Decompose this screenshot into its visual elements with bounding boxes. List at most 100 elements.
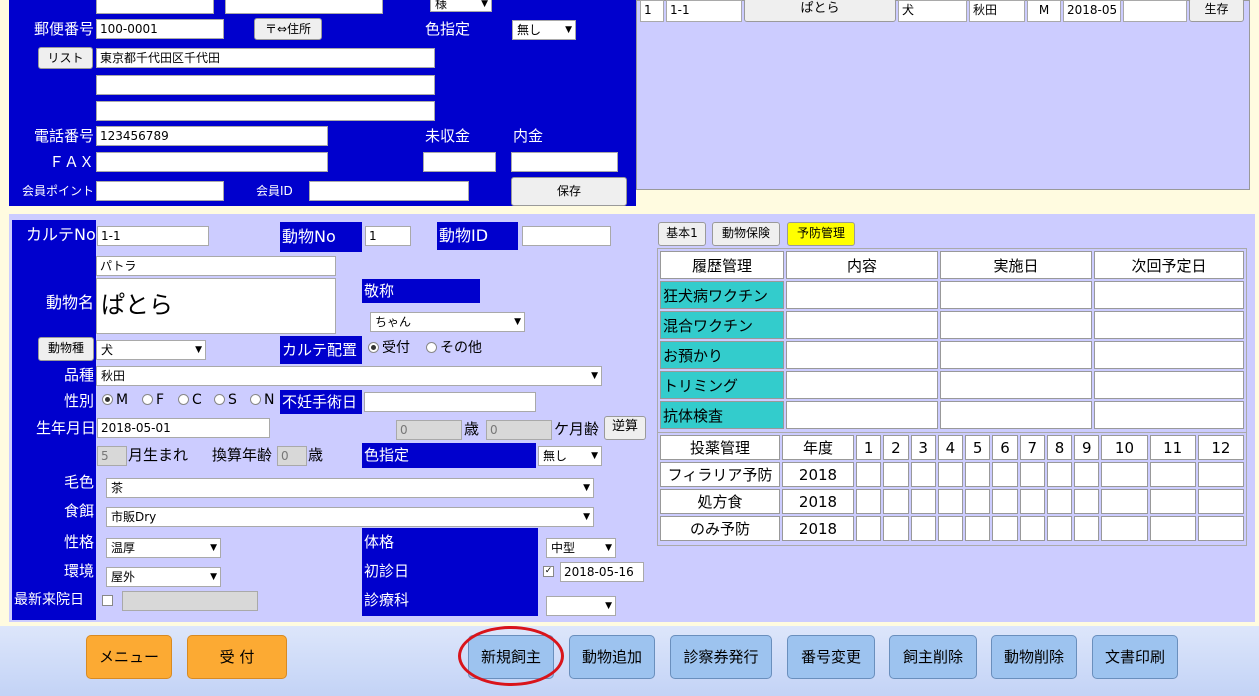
history-cell[interactable] bbox=[940, 401, 1092, 429]
dosing-cell[interactable] bbox=[992, 489, 1018, 514]
coat-select[interactable]: 茶 bbox=[106, 478, 594, 498]
dosing-cell[interactable] bbox=[965, 462, 991, 487]
sex-s-radio[interactable]: S bbox=[214, 390, 237, 410]
dosing-cell[interactable] bbox=[1046, 489, 1073, 514]
history-cell[interactable] bbox=[940, 281, 1092, 309]
history-cell[interactable] bbox=[786, 341, 938, 369]
species-button[interactable]: 動物種 bbox=[38, 337, 94, 361]
address3-input[interactable] bbox=[96, 101, 435, 121]
history-cell[interactable] bbox=[1094, 311, 1244, 339]
honorific-select[interactable]: ちゃん bbox=[370, 312, 525, 332]
list-button[interactable]: リスト bbox=[38, 47, 93, 69]
dosing-cell[interactable] bbox=[883, 489, 909, 514]
reception-button[interactable]: 受 付 bbox=[187, 635, 287, 679]
sterilization-input[interactable] bbox=[364, 392, 536, 412]
dosing-cell[interactable] bbox=[883, 462, 909, 487]
save-button[interactable]: 保存 bbox=[511, 177, 627, 206]
dosing-cell[interactable] bbox=[992, 462, 1018, 487]
issue-card-button[interactable]: 診察券発行 bbox=[670, 635, 772, 679]
dosing-cell[interactable] bbox=[937, 516, 964, 541]
dosing-cell[interactable] bbox=[1019, 516, 1045, 541]
list-sex-cell[interactable]: M bbox=[1027, 0, 1061, 22]
deposit-input[interactable] bbox=[511, 152, 618, 172]
dosing-cell[interactable] bbox=[1074, 489, 1100, 514]
history-cell[interactable] bbox=[940, 341, 1092, 369]
dosing-cell[interactable] bbox=[1019, 489, 1045, 514]
sex-m-radio[interactable]: M bbox=[102, 390, 128, 410]
change-number-button[interactable]: 番号変更 bbox=[787, 635, 875, 679]
sex-f-radio[interactable]: F bbox=[142, 390, 164, 410]
list-birth-cell[interactable]: 2018-05 bbox=[1063, 0, 1121, 22]
dosing-cell[interactable] bbox=[1197, 489, 1244, 514]
add-animal-button[interactable]: 動物追加 bbox=[569, 635, 655, 679]
dosing-cell[interactable] bbox=[1101, 489, 1148, 514]
place-reception-radio[interactable]: 受付 bbox=[368, 338, 410, 358]
dosing-cell[interactable] bbox=[910, 489, 936, 514]
owner-name2-input[interactable] bbox=[225, 0, 383, 14]
tab-basic[interactable]: 基本1 bbox=[658, 222, 706, 246]
last-visit-input[interactable] bbox=[122, 591, 258, 611]
history-cell[interactable] bbox=[940, 311, 1092, 339]
dosing-cell[interactable] bbox=[1101, 516, 1148, 541]
species-select[interactable]: 犬 bbox=[96, 340, 206, 360]
dosing-cell[interactable] bbox=[937, 489, 964, 514]
dosing-cell[interactable] bbox=[856, 516, 882, 541]
age-years-input[interactable]: 0 bbox=[396, 420, 462, 440]
address1-input[interactable]: 東京都千代田区千代田 bbox=[96, 48, 435, 68]
list-no-cell[interactable]: 1 bbox=[640, 0, 664, 22]
born-month-input[interactable]: 5 bbox=[97, 446, 127, 466]
last-visit-checkbox[interactable] bbox=[102, 595, 113, 606]
dosing-cell[interactable] bbox=[856, 462, 882, 487]
env-select[interactable]: 屋外 bbox=[106, 567, 221, 587]
animal-name-input[interactable]: ぱとら bbox=[96, 278, 336, 334]
print-docs-button[interactable]: 文書印刷 bbox=[1092, 635, 1178, 679]
dosing-cell[interactable] bbox=[910, 462, 936, 487]
place-other-radio[interactable]: その他 bbox=[426, 338, 482, 358]
history-cell[interactable] bbox=[1094, 281, 1244, 309]
dosing-cell[interactable] bbox=[910, 516, 936, 541]
reverse-calc-button[interactable]: 逆算 bbox=[604, 416, 646, 440]
dosing-cell[interactable] bbox=[883, 516, 909, 541]
dosing-cell[interactable] bbox=[1046, 516, 1073, 541]
list-karte-cell[interactable]: 1-1 bbox=[666, 0, 742, 22]
size-select[interactable]: 中型 bbox=[546, 538, 616, 558]
animal-id-input[interactable] bbox=[522, 226, 611, 246]
sex-n-radio[interactable]: N bbox=[250, 390, 274, 410]
history-cell[interactable] bbox=[1094, 401, 1244, 429]
menu-button[interactable]: メニュー bbox=[86, 635, 172, 679]
history-cell[interactable] bbox=[1094, 341, 1244, 369]
phone-input[interactable]: 123456789 bbox=[96, 126, 328, 146]
breed-select[interactable]: 秋田 bbox=[96, 366, 602, 386]
animal-kana-input[interactable]: パトラ bbox=[96, 256, 336, 276]
history-cell[interactable] bbox=[786, 281, 938, 309]
list-breed-cell[interactable]: 秋田 bbox=[969, 0, 1025, 22]
converted-age-input[interactable]: 0 bbox=[277, 446, 307, 466]
list-empty-cell[interactable] bbox=[1123, 0, 1187, 22]
animal-color-select[interactable]: 無し bbox=[538, 446, 602, 466]
dosing-cell[interactable] bbox=[1074, 516, 1100, 541]
fax-input[interactable] bbox=[96, 152, 328, 172]
history-cell[interactable] bbox=[940, 371, 1092, 399]
sex-c-radio[interactable]: C bbox=[178, 390, 202, 410]
dosing-cell[interactable] bbox=[1101, 462, 1148, 487]
member-id-input[interactable] bbox=[309, 181, 469, 201]
temper-select[interactable]: 温厚 bbox=[106, 538, 221, 558]
history-cell[interactable] bbox=[786, 311, 938, 339]
points-input[interactable] bbox=[96, 181, 224, 201]
dosing-cell[interactable] bbox=[965, 516, 991, 541]
dosing-cell[interactable] bbox=[992, 516, 1018, 541]
list-status-button[interactable]: 生存 bbox=[1189, 0, 1244, 22]
history-cell[interactable] bbox=[786, 401, 938, 429]
list-species-cell[interactable]: 犬 bbox=[898, 0, 967, 22]
animal-no-input[interactable]: 1 bbox=[365, 226, 411, 246]
dosing-cell[interactable] bbox=[1149, 489, 1196, 514]
dosing-cell[interactable] bbox=[937, 462, 964, 487]
dosing-cell[interactable] bbox=[1197, 462, 1244, 487]
first-visit-checkbox[interactable]: ✓ bbox=[543, 566, 554, 577]
honorific-owner-select[interactable]: 様 bbox=[430, 0, 492, 12]
dosing-cell[interactable] bbox=[1149, 516, 1196, 541]
owner-name-input[interactable] bbox=[96, 0, 214, 14]
postal-input[interactable]: 100-0001 bbox=[96, 19, 224, 39]
dosing-cell[interactable] bbox=[1149, 462, 1196, 487]
delete-animal-button[interactable]: 動物削除 bbox=[991, 635, 1077, 679]
